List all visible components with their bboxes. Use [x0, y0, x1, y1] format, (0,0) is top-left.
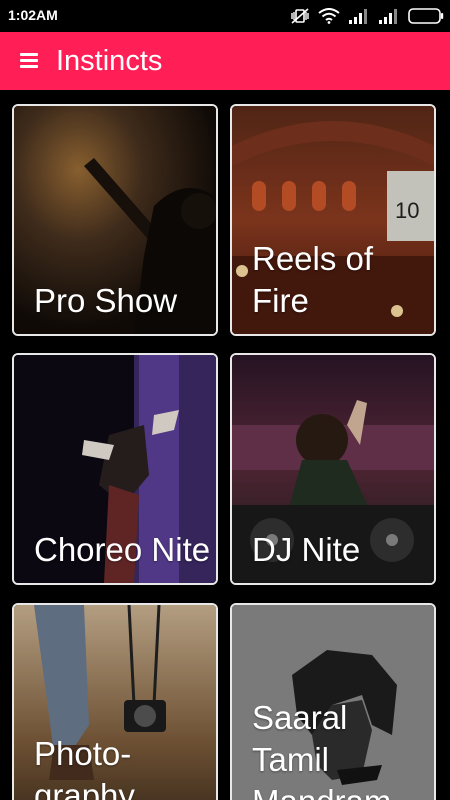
- vibrate-off-icon: [290, 7, 310, 25]
- app-bar: Instincts: [0, 32, 450, 90]
- event-card-choreo-nite[interactable]: Choreo Nite: [12, 353, 218, 585]
- event-card-label: DJ Nite: [252, 531, 361, 568]
- status-bar: 1:02AM: [0, 0, 450, 32]
- event-card-label: Choreo Nite: [34, 531, 211, 568]
- event-grid: Pro Show 10 Reels of Fire: [0, 90, 450, 800]
- event-card-label: Reels of Fire: [252, 240, 374, 319]
- status-time: 1:02AM: [8, 7, 58, 23]
- event-card-saaral-tamil-mandram[interactable]: Saaral Tamil Mandram: [230, 603, 436, 800]
- event-card-dj-nite[interactable]: DJ Nite: [230, 353, 436, 585]
- battery-icon: [408, 7, 444, 25]
- app-title: Instincts: [56, 45, 163, 77]
- event-card-label: Photo- graphy: [34, 735, 135, 800]
- event-card-label: Pro Show: [34, 282, 178, 319]
- event-card-pro-show[interactable]: Pro Show: [12, 104, 218, 336]
- hamburger-menu-icon[interactable]: [14, 47, 44, 75]
- event-card-label: Saaral Tamil Mandram: [252, 699, 391, 800]
- status-icons: [290, 6, 444, 26]
- event-card-reels-of-fire[interactable]: 10 Reels of Fire: [230, 104, 436, 336]
- wifi-icon: [318, 8, 340, 24]
- signal-icon: [348, 8, 370, 24]
- signal-icon: [378, 8, 400, 24]
- event-card-photography[interactable]: Photo- graphy: [12, 603, 218, 800]
